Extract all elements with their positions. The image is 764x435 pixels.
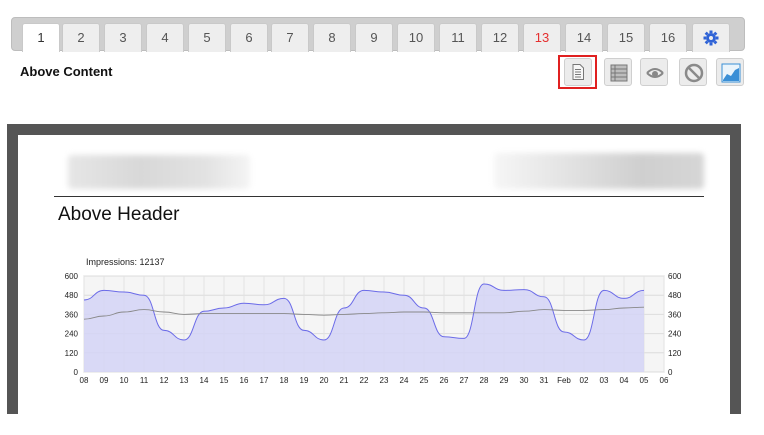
tab-15[interactable]: 15 [607,23,645,52]
y-tick-right: 0 [668,368,673,377]
y-tick-right: 480 [668,291,682,300]
x-tick: 03 [600,376,609,385]
x-tick: 28 [480,376,489,385]
x-tick: 16 [240,376,249,385]
x-tick: 17 [260,376,269,385]
analytics-button[interactable] [716,58,744,86]
y-tick-right: 240 [668,330,682,339]
x-tick: 05 [640,376,649,385]
x-tick: 15 [220,376,229,385]
x-tick: 21 [340,376,349,385]
y-tick-left: 120 [65,349,79,358]
y-tick-right: 360 [668,310,682,319]
tab-7[interactable]: 7 [271,23,309,52]
tab-settings[interactable] [692,23,730,52]
disable-button[interactable] [679,58,707,86]
x-tick: 14 [200,376,209,385]
x-tick: 13 [180,376,189,385]
x-tick: 18 [280,376,289,385]
x-tick: 22 [360,376,369,385]
x-tick: 11 [140,376,149,385]
preview-frame: Above Header 0 0 120 120 240 240 360 360 480 480 6… [7,124,741,435]
tab-11[interactable]: 11 [439,23,477,52]
x-tick: 31 [540,376,549,385]
tab-12[interactable]: 12 [481,23,519,52]
x-tick: 24 [400,376,409,385]
x-tick: 19 [300,376,309,385]
y-tick-left: 480 [65,291,79,300]
y-tick-left: 240 [65,330,79,339]
preview-page: Above Header 0 0 120 120 240 240 360 360 480 480 6… [18,135,730,435]
tab-3[interactable]: 3 [104,23,142,52]
x-tick: 08 [80,376,89,385]
tab-16[interactable]: 16 [649,23,687,52]
x-tick: 06 [660,376,669,385]
tab-8[interactable]: 8 [313,23,351,52]
list-icon [610,64,628,82]
x-tick: 30 [520,376,529,385]
x-tick: Feb [557,376,571,385]
preview-button[interactable] [640,58,668,86]
y-tick-right: 120 [668,349,682,358]
x-tick: 10 [120,376,129,385]
view-list-button[interactable] [604,58,632,86]
x-tick: 27 [460,376,469,385]
section-title: Above Content [20,64,113,79]
tab-strip: 1 2 3 4 5 6 7 8 9 10 11 12 13 14 15 16 [11,17,745,52]
tab-1[interactable]: 1 [22,23,60,52]
y-tick-left: 0 [74,368,79,377]
selected-highlight [558,55,597,89]
x-tick: 26 [440,376,449,385]
x-tick: 12 [160,376,169,385]
tab-10[interactable]: 10 [397,23,435,52]
x-tick: 29 [500,376,509,385]
tab-14[interactable]: 14 [565,23,603,52]
tab-4[interactable]: 4 [146,23,184,52]
x-tick: 20 [320,376,329,385]
gear-icon [703,30,719,46]
block-icon [684,63,704,83]
impressions-chart: 0 0 120 120 240 240 360 360 480 480 600 600 08 09 10 11… [65,257,682,385]
y-tick-left: 600 [65,272,79,281]
x-tick: 09 [100,376,109,385]
y-tick-right: 600 [668,272,682,281]
x-tick: 23 [380,376,389,385]
tab-5[interactable]: 5 [188,23,226,52]
chart-title: Impressions: 12137 [86,257,165,267]
chart-icon [721,63,741,83]
tab-2[interactable]: 2 [62,23,100,52]
x-tick: 02 [580,376,589,385]
tab-9[interactable]: 9 [355,23,393,52]
eye-icon [646,68,664,78]
x-tick: 04 [620,376,629,385]
x-tick: 25 [420,376,429,385]
y-tick-left: 360 [65,310,79,319]
tab-13[interactable]: 13 [523,23,561,52]
tab-6[interactable]: 6 [230,23,268,52]
